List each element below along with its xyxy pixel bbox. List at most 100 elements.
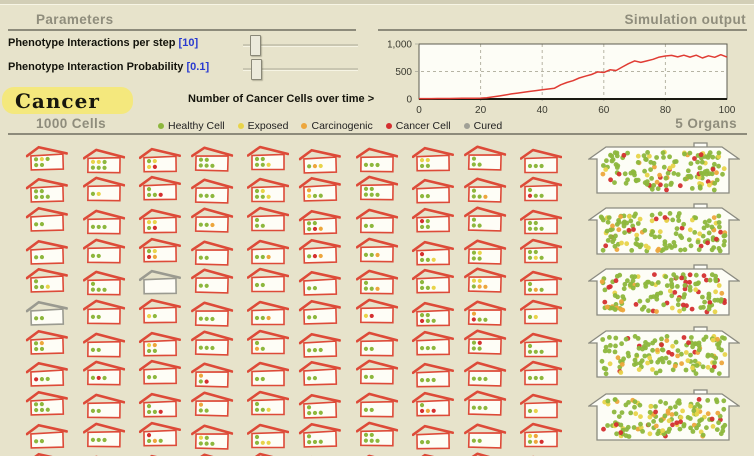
house-cell xyxy=(298,394,342,419)
house-cell xyxy=(355,421,398,447)
house-cell xyxy=(355,392,398,418)
house-cell xyxy=(412,240,455,266)
simulation-output-title: Simulation output xyxy=(624,12,746,27)
house-cell xyxy=(139,237,182,263)
house-cell xyxy=(139,392,182,418)
legend-item: Carcinogenic xyxy=(301,120,373,132)
house-cell xyxy=(82,270,125,296)
legend-label: Cancer Cell xyxy=(395,120,451,132)
house-cell xyxy=(25,178,69,203)
house-cell xyxy=(520,209,563,235)
house-cell xyxy=(412,207,455,233)
house-cell xyxy=(190,424,234,450)
house-cell xyxy=(412,453,455,456)
house-cell xyxy=(520,422,563,448)
parameters-title: Parameters xyxy=(36,12,114,27)
house-cell xyxy=(139,270,182,295)
house-cell xyxy=(25,300,69,326)
house-cell xyxy=(82,238,125,264)
house-cell xyxy=(139,331,182,357)
house-cell xyxy=(412,179,455,204)
house-cell xyxy=(355,298,398,324)
house-cell xyxy=(82,209,125,235)
house-cell xyxy=(25,268,69,294)
organs-title: 5 Organs xyxy=(675,116,737,131)
house-cell xyxy=(520,361,563,386)
slider-label: Phenotype Interaction Probability [0.1] xyxy=(8,61,210,73)
window-top-strip xyxy=(0,0,754,5)
house-cell xyxy=(412,363,455,388)
house-cell xyxy=(247,300,290,326)
house-cell xyxy=(25,391,69,416)
house-cell xyxy=(139,421,182,447)
house-cell xyxy=(298,422,342,448)
house-cell xyxy=(82,393,125,419)
house-cell xyxy=(247,362,290,387)
house-cell xyxy=(190,145,234,172)
house-cell xyxy=(520,299,563,325)
model-title-badge: Cancer xyxy=(2,87,133,114)
house-cell xyxy=(247,206,290,232)
svg-text:100: 100 xyxy=(719,105,736,116)
house-cell xyxy=(247,423,290,449)
house-cell xyxy=(520,332,563,357)
house-cell xyxy=(247,239,290,264)
legend-item: Exposed xyxy=(237,120,289,132)
house-cell xyxy=(190,268,234,295)
house-cell xyxy=(190,362,234,389)
organ-container xyxy=(588,203,740,255)
house-cell xyxy=(247,177,290,203)
house-cell xyxy=(82,332,125,358)
svg-text:500: 500 xyxy=(395,67,412,78)
house-cell xyxy=(463,390,507,416)
house-cell xyxy=(139,176,182,201)
svg-text:60: 60 xyxy=(598,105,610,116)
house-cell xyxy=(247,329,290,354)
slider-handle[interactable] xyxy=(251,59,262,80)
house-cell xyxy=(247,267,290,293)
slider-row: Phenotype Interactions per step [10] xyxy=(8,33,370,56)
slider-handle[interactable] xyxy=(250,35,261,56)
house-cell xyxy=(463,144,507,171)
house-cell xyxy=(463,206,507,232)
house-cell xyxy=(190,391,234,417)
legend-dot xyxy=(301,123,308,129)
house-cell xyxy=(355,147,398,173)
house-cell xyxy=(355,175,398,201)
house-cell xyxy=(463,329,507,355)
house-cell xyxy=(139,298,182,324)
cells-title: 1000 Cells xyxy=(36,116,107,131)
house-cell xyxy=(82,299,125,325)
house-cell xyxy=(520,148,563,173)
house-cell xyxy=(463,239,507,265)
house-cell xyxy=(298,271,342,297)
house-cell xyxy=(190,207,234,233)
house-cell xyxy=(25,362,69,388)
house-cell xyxy=(82,148,125,174)
cells-underline xyxy=(8,133,561,135)
legend-label: Cured xyxy=(473,120,503,132)
house-cell xyxy=(412,269,455,294)
house-cell xyxy=(520,270,563,296)
house-cell xyxy=(412,330,455,356)
house-cell xyxy=(520,238,563,263)
legend-label: Healthy Cell xyxy=(168,120,225,132)
house-cell xyxy=(25,145,69,171)
legend-label: Exposed xyxy=(247,120,289,132)
legend-label: Carcinogenic xyxy=(311,120,373,132)
house-cell xyxy=(463,361,507,388)
house-cell xyxy=(298,361,342,387)
legend-dot xyxy=(237,123,244,129)
house-cell xyxy=(82,360,125,386)
house-cell xyxy=(355,208,398,234)
house-cell xyxy=(190,178,234,204)
legend-item: Cured xyxy=(463,120,503,132)
house-cell xyxy=(520,176,563,202)
house-cell xyxy=(25,206,69,232)
house-cell xyxy=(298,299,342,325)
house-cell xyxy=(412,146,455,172)
house-cell xyxy=(463,451,507,456)
house-cell xyxy=(25,329,69,355)
svg-text:1,000: 1,000 xyxy=(388,40,412,51)
svg-text:0: 0 xyxy=(416,105,422,116)
